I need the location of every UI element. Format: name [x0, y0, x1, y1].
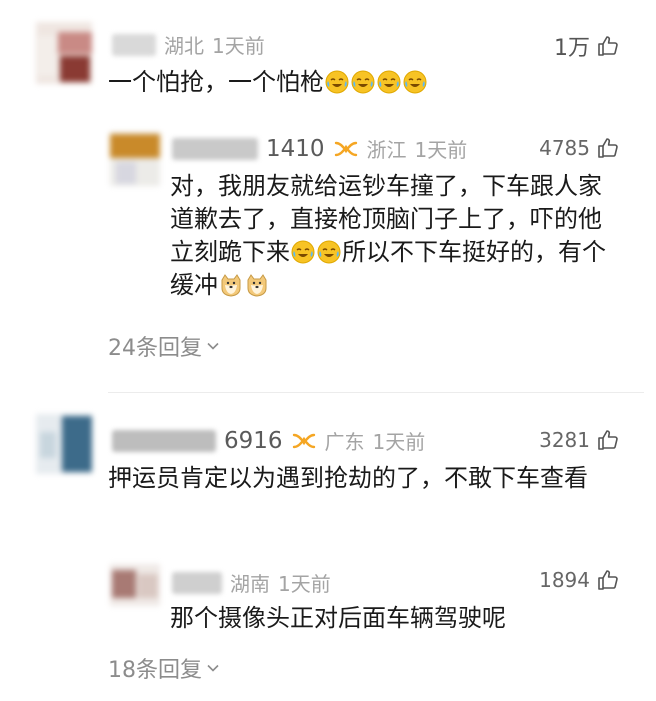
cry-laugh-emoji [377, 70, 401, 94]
username-blurred[interactable] [172, 137, 258, 160]
chevron-down-icon [207, 664, 219, 672]
username-blurred[interactable] [112, 429, 216, 452]
reply-like-button[interactable]: 1894 [539, 568, 620, 592]
cry-laugh-emoji [291, 240, 315, 264]
chevron-down-icon [207, 342, 219, 350]
reply-time: 1天前 [278, 572, 331, 596]
comment-time: 1天前 [212, 34, 265, 58]
reply-like-count: 4785 [539, 136, 590, 160]
comment-region: 湖北 [164, 34, 204, 58]
comment-region: 广东 [324, 430, 365, 454]
reply-time: 1天前 [414, 138, 468, 162]
username-tail[interactable]: 6916 [224, 428, 283, 454]
reply-avatar[interactable] [110, 564, 160, 606]
username-blurred[interactable] [112, 33, 156, 56]
vip-badge-icon [334, 141, 357, 156]
username-tail[interactable]: 1410 [266, 136, 325, 162]
like-count: 3281 [539, 428, 590, 452]
avatar[interactable] [36, 22, 92, 84]
reply-like-button[interactable]: 4785 [539, 136, 620, 160]
cry-laugh-emoji [317, 240, 341, 264]
comment-text: 一个怕抢，一个怕枪 [108, 66, 428, 99]
reply-region: 浙江 [366, 138, 407, 162]
reply-text: 对，我朋友就给运钞车撞了，下车跟人家道歉去了，直接枪顶脑门子上了，吓的他立刻跪下… [170, 172, 606, 299]
reply-like-count: 1894 [539, 568, 590, 592]
reply-avatar[interactable] [110, 132, 160, 186]
view-replies-button[interactable]: 18条回复 [108, 652, 220, 684]
thumbs-up-icon [598, 430, 618, 450]
comment-time: 1天前 [372, 430, 426, 454]
thumbs-up-icon [598, 570, 618, 590]
thumbs-up-icon [598, 36, 618, 56]
like-count: 1万 [554, 36, 590, 61]
view-replies-button[interactable]: 24条回复 [108, 330, 220, 362]
like-button[interactable]: 3281 [539, 428, 620, 452]
doge-emoji [247, 274, 267, 297]
comment-text: 押运员肯定以为遇到抢劫的了，不敢下车查看 [108, 464, 588, 492]
doge-emoji [221, 274, 241, 297]
reply-count-label: 24条回复 [108, 336, 202, 361]
username-blurred[interactable] [172, 571, 222, 594]
reply-count-label: 18条回复 [108, 658, 202, 683]
thumbs-up-icon [598, 138, 618, 158]
comment-divider [108, 392, 644, 393]
cry-laugh-emoji [351, 70, 375, 94]
like-button[interactable]: 1万 [554, 30, 620, 62]
cry-laugh-emoji [325, 70, 349, 94]
vip-badge-icon [292, 433, 315, 448]
reply-region: 湖南 [230, 572, 270, 596]
cry-laugh-emoji [403, 70, 427, 94]
avatar[interactable] [36, 414, 92, 474]
reply-text: 那个摄像头正对后面车辆驾驶呢 [170, 604, 506, 632]
